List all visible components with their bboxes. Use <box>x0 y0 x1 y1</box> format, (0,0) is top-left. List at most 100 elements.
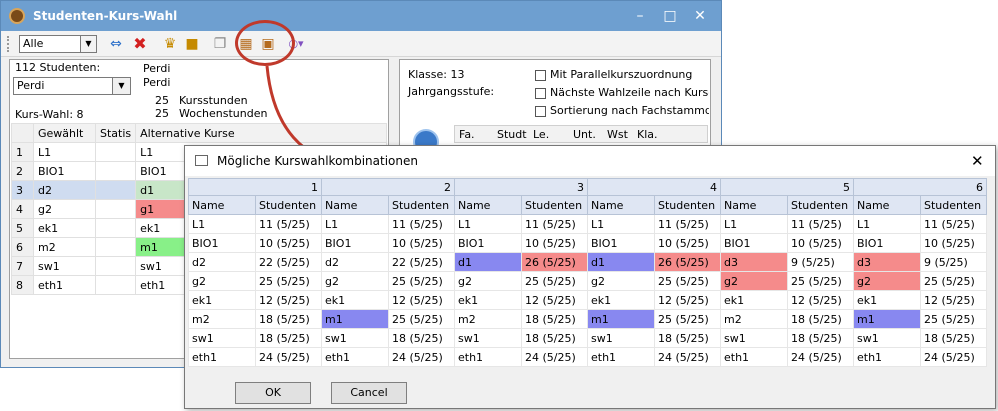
student-count-cell[interactable]: 12 (5/25) <box>255 290 322 310</box>
checkbox-box[interactable] <box>535 105 546 117</box>
course-name-cell[interactable]: sw1 <box>587 328 655 348</box>
student-count-cell[interactable]: 12 (5/25) <box>787 290 854 310</box>
col-header-students[interactable]: Studenten <box>920 195 987 215</box>
selected-course-cell[interactable]: eth1 <box>33 275 96 295</box>
course-name-cell[interactable]: g2 <box>454 271 522 291</box>
col-header-name[interactable]: Name <box>853 195 921 215</box>
student-count-cell[interactable]: 11 (5/25) <box>388 214 455 234</box>
col-header[interactable]: Kla. <box>637 128 658 141</box>
col-header-students[interactable]: Studenten <box>787 195 854 215</box>
cancel-button[interactable]: Cancel <box>331 382 407 404</box>
col-header-name[interactable]: Name <box>454 195 522 215</box>
course-name-cell[interactable]: L1 <box>188 214 256 234</box>
student-count-cell[interactable]: 12 (5/25) <box>388 290 455 310</box>
status-cell[interactable] <box>94 256 137 276</box>
checkbox-sort[interactable]: Sortierung nach Fachstammdaten <box>535 104 709 117</box>
copy-icon[interactable]: ❐ <box>211 36 229 52</box>
row-number[interactable]: 2 <box>11 161 34 181</box>
course-name-cell[interactable]: eth1 <box>321 347 389 367</box>
minimize-icon[interactable]: – <box>631 7 649 25</box>
course-name-cell[interactable]: eth1 <box>454 347 522 367</box>
student-count-cell[interactable]: 25 (5/25) <box>388 309 455 329</box>
selected-course-cell[interactable]: L1 <box>33 142 96 162</box>
student-count-cell[interactable]: 24 (5/25) <box>388 347 455 367</box>
student-select[interactable]: Perdi ▼ <box>13 77 131 95</box>
filter-select[interactable]: Alle ▼ <box>19 35 97 53</box>
student-count-cell[interactable]: 24 (5/25) <box>521 347 588 367</box>
course-name-cell[interactable]: ek1 <box>720 290 788 310</box>
student-count-cell[interactable]: 24 (5/25) <box>255 347 322 367</box>
table-row[interactable]: g2 25 (5/25) g2 25 (5/25) g2 25 (5/25) g2 25 (5… <box>188 271 987 291</box>
col-header-name[interactable]: Name <box>188 195 256 215</box>
col-header[interactable]: Fa. <box>459 128 475 141</box>
course-name-cell[interactable]: sw1 <box>454 328 522 348</box>
course-name-cell[interactable]: BIO1 <box>321 233 389 253</box>
table-row[interactable]: m2 18 (5/25) m1 25 (5/25) m2 18 (5/25) m1 25 (5… <box>188 309 987 329</box>
course-name-cell[interactable]: m1 <box>853 309 921 329</box>
course-name-cell[interactable]: eth1 <box>853 347 921 367</box>
course-name-cell[interactable]: sw1 <box>720 328 788 348</box>
col-header-name[interactable]: Name <box>720 195 788 215</box>
student-count-cell[interactable]: 10 (5/25) <box>787 233 854 253</box>
student-count-cell[interactable]: 18 (5/25) <box>388 328 455 348</box>
course-name-cell[interactable]: ek1 <box>188 290 256 310</box>
student-count-cell[interactable]: 24 (5/25) <box>654 347 721 367</box>
course-name-cell[interactable]: m2 <box>720 309 788 329</box>
course-name-cell[interactable]: BIO1 <box>188 233 256 253</box>
col-header-name[interactable]: Name <box>587 195 655 215</box>
selected-course-cell[interactable]: ek1 <box>33 218 96 238</box>
student-count-cell[interactable]: 11 (5/25) <box>920 214 987 234</box>
table-row[interactable]: sw1 18 (5/25) sw1 18 (5/25) sw1 18 (5/25) sw1 1… <box>188 328 987 348</box>
student-count-cell[interactable]: 18 (5/25) <box>787 328 854 348</box>
course-name-cell[interactable]: d1 <box>454 252 522 272</box>
student-count-cell[interactable]: 22 (5/25) <box>388 252 455 272</box>
status-cell[interactable] <box>94 142 137 162</box>
course-name-cell[interactable]: m2 <box>188 309 256 329</box>
course-name-cell[interactable]: d2 <box>321 252 389 272</box>
status-cell[interactable] <box>94 199 137 219</box>
course-name-cell[interactable]: g2 <box>853 271 921 291</box>
student-count-cell[interactable]: 25 (5/25) <box>787 271 854 291</box>
student-count-cell[interactable]: 25 (5/25) <box>654 309 721 329</box>
course-name-cell[interactable]: ek1 <box>853 290 921 310</box>
col-header-students[interactable]: Studenten <box>255 195 322 215</box>
status-cell[interactable] <box>94 275 137 295</box>
ok-button[interactable]: OK <box>235 382 311 404</box>
course-name-cell[interactable]: ek1 <box>587 290 655 310</box>
student-count-cell[interactable]: 10 (5/25) <box>654 233 721 253</box>
row-number[interactable]: 8 <box>11 275 34 295</box>
selected-course-cell[interactable]: sw1 <box>33 256 96 276</box>
status-cell[interactable] <box>94 237 137 257</box>
student-count-cell[interactable]: 12 (5/25) <box>521 290 588 310</box>
student-count-cell[interactable]: 11 (5/25) <box>787 214 854 234</box>
course-name-cell[interactable]: eth1 <box>720 347 788 367</box>
course-name-cell[interactable]: L1 <box>853 214 921 234</box>
course-name-cell[interactable]: d3 <box>853 252 921 272</box>
student-count-cell[interactable]: 9 (5/25) <box>787 252 854 272</box>
student-count-cell[interactable]: 25 (5/25) <box>920 271 987 291</box>
checkbox-box[interactable] <box>535 87 546 99</box>
student-count-cell[interactable]: 18 (5/25) <box>521 328 588 348</box>
student-count-cell[interactable]: 10 (5/25) <box>388 233 455 253</box>
selected-course-cell[interactable]: d2 <box>33 180 96 200</box>
status-cell[interactable] <box>94 180 137 200</box>
col-header[interactable]: Studt <box>497 128 527 141</box>
row-number[interactable]: 5 <box>11 218 34 238</box>
close-icon[interactable]: ✕ <box>691 7 709 25</box>
course-name-cell[interactable]: m2 <box>454 309 522 329</box>
student-count-cell[interactable]: 12 (5/25) <box>920 290 987 310</box>
student-count-cell[interactable]: 10 (5/25) <box>920 233 987 253</box>
student-count-cell[interactable]: 18 (5/25) <box>521 309 588 329</box>
course-name-cell[interactable]: g2 <box>720 271 788 291</box>
student-count-cell[interactable]: 18 (5/25) <box>654 328 721 348</box>
row-number[interactable]: 3 <box>11 180 34 200</box>
checkbox-box[interactable] <box>535 69 546 81</box>
table-row[interactable]: L1 11 (5/25) L1 11 (5/25) L1 11 (5/25) L1 11 (5… <box>188 214 987 234</box>
course-name-cell[interactable]: sw1 <box>853 328 921 348</box>
course-name-cell[interactable]: eth1 <box>587 347 655 367</box>
course-name-cell[interactable]: L1 <box>720 214 788 234</box>
student-count-cell[interactable]: 18 (5/25) <box>920 328 987 348</box>
course-name-cell[interactable]: sw1 <box>188 328 256 348</box>
col-header-students[interactable]: Studenten <box>521 195 588 215</box>
col-header-name[interactable]: Name <box>321 195 389 215</box>
